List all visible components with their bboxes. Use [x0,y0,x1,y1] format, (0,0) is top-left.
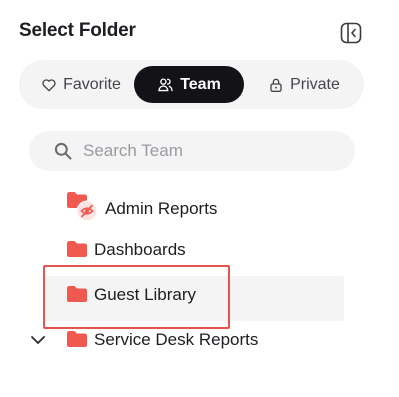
folder-item-admin-reports[interactable]: Admin Reports [66,191,346,225]
lock-icon [270,78,282,92]
folder-label: Dashboards [94,240,186,259]
tab-private[interactable]: Private [254,66,354,103]
select-folder-panel: Select Folder Favorite Team Private Sear… [0,0,399,397]
folder-item-service-desk-reports[interactable]: Service Desk Reports [66,326,366,354]
users-icon [158,78,173,92]
collapse-panel-button[interactable] [339,21,363,45]
search-input[interactable] [83,131,343,171]
panel-title: Select Folder [19,20,136,41]
tab-favorite[interactable]: Favorite [27,66,135,103]
folder-label: Admin Reports [105,199,218,218]
folder-label: Service Desk Reports [94,330,259,349]
folder-hidden-icon [67,192,98,222]
folder-scope-tabs: Favorite Team Private [19,60,364,109]
tab-private-label: Private [290,75,340,93]
tab-team-label: Team [180,75,221,93]
tab-favorite-label: Favorite [63,75,121,93]
chevron-down-icon[interactable] [30,333,46,347]
folder-item-dashboards[interactable]: Dashboards [66,236,346,264]
heart-icon [42,78,56,91]
search-bar [29,131,355,171]
search-icon [54,142,72,160]
folder-item-guest-library[interactable]: Guest Library [66,281,336,309]
folder-icon [67,331,87,347]
folder-icon [67,286,87,302]
sidebar-collapse-icon [340,22,362,44]
tab-team[interactable]: Team [134,66,244,103]
folder-icon [67,241,87,257]
folder-label: Guest Library [94,285,197,304]
